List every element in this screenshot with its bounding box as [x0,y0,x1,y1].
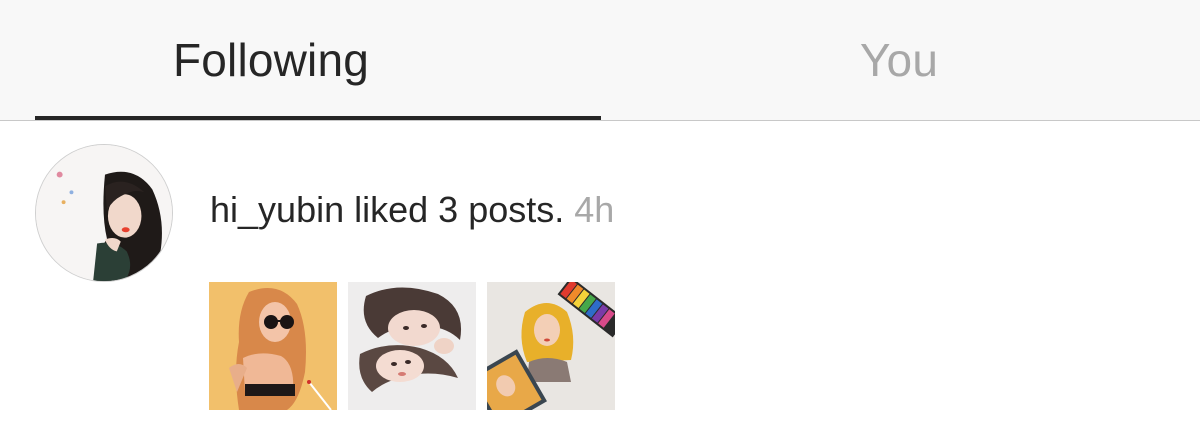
liked-post-thumbnail-2[interactable] [348,282,476,410]
post-image-2 [348,282,476,410]
notification-username[interactable]: hi_yubin [210,189,344,230]
activity-notification[interactable]: hi_yubin liked 3 posts. 4h [210,186,614,234]
notification-time: 4h [574,189,615,230]
post-image-1 [209,282,337,410]
post-image-3 [487,282,615,410]
tab-following-label: Following [172,34,370,86]
active-tab-indicator [35,116,601,120]
tab-you-label: You [859,34,939,86]
tab-you[interactable]: You [600,0,1200,120]
liked-post-thumbnail-3[interactable] [487,282,615,410]
user-avatar[interactable] [35,144,173,282]
tab-following[interactable]: Following [0,0,600,120]
liked-post-thumbnail-1[interactable] [209,282,337,410]
notification-action: liked 3 posts. [354,189,565,230]
activity-tab-bar: Following You [0,0,1200,121]
avatar-image [36,145,172,281]
